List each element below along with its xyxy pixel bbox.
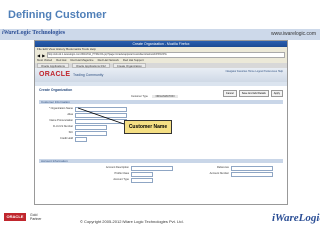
customer-type-label: Customer Type [131, 95, 148, 98]
account-type-select[interactable] [131, 178, 153, 183]
global-links[interactable]: Navigator Favorites Home Logout Preferen… [226, 70, 283, 73]
copyright-text: © Copyright 2005-2012 iWare Logic Techno… [80, 219, 184, 224]
slide-title: Defining Customer [8, 9, 107, 21]
brand-left: iWareLogic Technologies [2, 30, 65, 36]
oracle-partner-logo: ORACLE [4, 213, 26, 221]
callout-customer-name: Customer Name [124, 120, 172, 134]
field-label: Name Pronunciation [49, 119, 73, 122]
apply-button[interactable]: Apply [270, 90, 283, 97]
field-label: Reference [217, 166, 229, 169]
customer-type: Customer Type ORGANIZATION [131, 95, 179, 98]
credit-hold-select[interactable] [75, 137, 87, 142]
field-label: Credit Hold [60, 137, 73, 140]
cancel-button[interactable]: Cancel [222, 90, 237, 97]
app-header: ORACLE Trading Community Navigator Favor… [35, 68, 287, 82]
reference-input[interactable] [231, 166, 273, 171]
profile-class-select[interactable] [131, 172, 153, 177]
field-label: * Organization Name [48, 107, 73, 110]
field-label: D-U-N-S Number [53, 125, 73, 128]
back-icon[interactable]: ◀ [37, 53, 40, 58]
brand-bar: iWareLogic Technologies www.iwarelogic.c… [0, 29, 320, 40]
section-customer-info: Customer Information [39, 100, 283, 104]
forward-icon[interactable]: ▶ [42, 53, 45, 58]
pronunciation-input[interactable] [75, 119, 127, 124]
footer-brand-logo: iWareLogic [272, 212, 320, 224]
brand-rest: Logic Technologies [16, 30, 66, 36]
brand-prefix: iWare [2, 30, 17, 36]
field-label: Profile Class [114, 172, 129, 175]
field-label: SIC [68, 131, 73, 134]
duns-input[interactable] [75, 125, 107, 130]
field-label: Account Description [105, 166, 129, 169]
field-label: Alias [67, 113, 73, 116]
action-buttons: Cancel Save And Add Details Apply [222, 90, 283, 97]
sic-input[interactable] [75, 131, 107, 136]
customer-type-value: ORGANIZATION [151, 95, 179, 98]
field-label: Account Number [209, 172, 229, 175]
partner-line-2: Partner [30, 217, 42, 221]
app-subtitle: Trading Community [73, 73, 104, 77]
app-page: ORACLE Trading Community Navigator Favor… [35, 68, 287, 204]
save-add-details-button[interactable]: Save And Add Details [238, 90, 269, 97]
partner-text: Gold Partner [30, 213, 41, 221]
field-label: Account Type [113, 178, 129, 181]
oracle-logo: ORACLE [39, 71, 71, 78]
account-description-input[interactable] [131, 166, 173, 171]
alias-input[interactable] [75, 113, 127, 118]
organization-name-input[interactable] [75, 107, 127, 112]
section-account-info: Account Information [39, 159, 283, 163]
account-number-input[interactable] [231, 172, 273, 177]
brand-url: www.iwarelogic.com [270, 31, 316, 37]
